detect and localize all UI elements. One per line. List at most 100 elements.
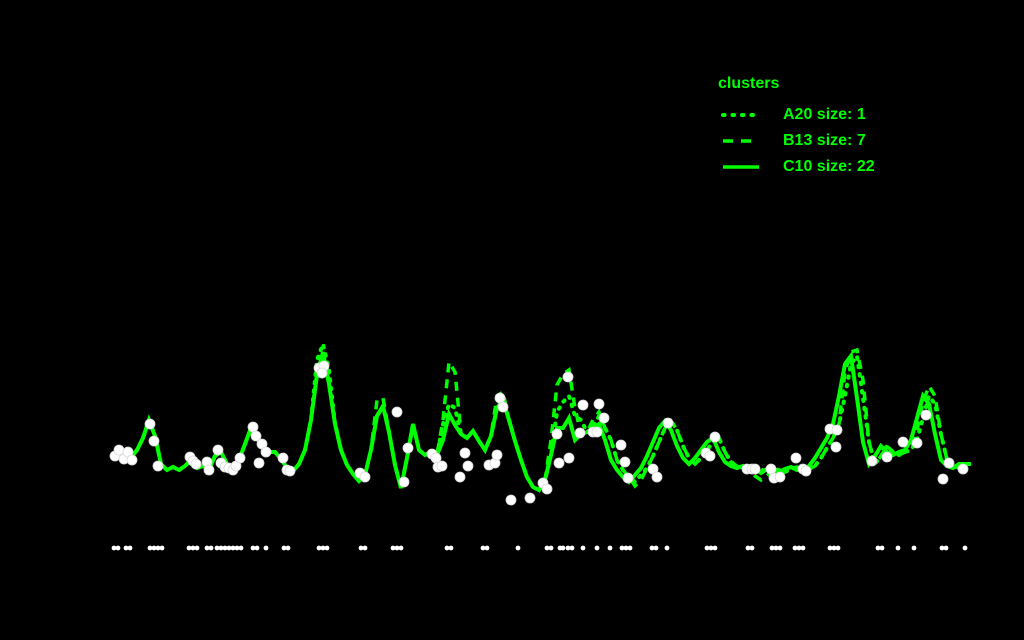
- legend-item-label: B13 size: 7: [783, 132, 866, 149]
- data-point-marker: [651, 471, 663, 483]
- rug-point: [943, 545, 949, 551]
- data-point-marker: [551, 428, 563, 440]
- data-point-marker: [497, 401, 509, 413]
- data-point-marker: [830, 441, 842, 453]
- data-point-marker: [911, 437, 923, 449]
- data-point-marker: [593, 398, 605, 410]
- solid-line-key-icon: [723, 165, 759, 169]
- data-point-marker: [574, 427, 586, 439]
- data-point-marker: [553, 457, 565, 469]
- data-point-marker: [920, 409, 932, 421]
- data-point-marker: [524, 492, 536, 504]
- legend: clusters A20 size: 1 B13 size: 7 C10 siz…: [716, 76, 875, 180]
- rug-point: [580, 545, 586, 551]
- legend-item-b13: B13 size: 7: [716, 128, 875, 154]
- series-line-a20: [111, 337, 973, 493]
- legend-title: clusters: [718, 75, 780, 92]
- data-point-marker: [897, 436, 909, 448]
- dashed-line-key-icon: [723, 139, 759, 143]
- data-point-marker: [577, 399, 589, 411]
- rug-point: [653, 545, 659, 551]
- dotted-line-key-icon: [721, 113, 761, 117]
- rug-point: [254, 545, 260, 551]
- rug-point: [548, 545, 554, 551]
- data-point-marker: [662, 417, 674, 429]
- rug-point: [194, 545, 200, 551]
- data-point-marker: [709, 431, 721, 443]
- rug-point: [835, 545, 841, 551]
- rug-point: [362, 545, 368, 551]
- rug-point: [515, 545, 521, 551]
- data-point-marker: [284, 465, 296, 477]
- data-point-marker: [563, 452, 575, 464]
- legend-item-label: C10 size: 22: [783, 158, 875, 175]
- data-point-marker: [622, 472, 634, 484]
- data-point-marker: [277, 452, 289, 464]
- data-point-marker: [591, 426, 603, 438]
- data-point-marker: [765, 463, 777, 475]
- data-point-marker: [402, 442, 414, 454]
- data-point-marker: [148, 435, 160, 447]
- data-point-marker: [494, 392, 506, 404]
- data-point-marker: [598, 412, 610, 424]
- rug-point: [115, 545, 121, 551]
- data-point-marker: [359, 471, 371, 483]
- legend-item-c10: C10 size: 22: [716, 154, 875, 180]
- chart-stage: clusters A20 size: 1 B13 size: 7 C10 siz…: [0, 0, 1024, 640]
- rug-point: [484, 545, 490, 551]
- legend-item-a20: A20 size: 1: [716, 102, 875, 128]
- data-point-marker: [957, 463, 969, 475]
- rug-point: [664, 545, 670, 551]
- data-point-marker: [398, 476, 410, 488]
- rug-point: [962, 545, 968, 551]
- rug-point: [569, 545, 575, 551]
- data-point-marker: [391, 406, 403, 418]
- data-point-marker: [152, 460, 164, 472]
- rug-point: [800, 545, 806, 551]
- data-point-marker: [615, 439, 627, 451]
- rug-point: [208, 545, 214, 551]
- data-point-marker: [253, 457, 265, 469]
- data-point-marker: [234, 452, 246, 464]
- data-point-marker: [260, 446, 272, 458]
- rug-point: [398, 545, 404, 551]
- rug-point: [324, 545, 330, 551]
- data-point-marker: [247, 421, 259, 433]
- data-point-marker: [541, 483, 553, 495]
- data-point-marker: [800, 465, 812, 477]
- data-point-marker: [459, 447, 471, 459]
- data-point-marker: [203, 464, 215, 476]
- data-point-marker: [790, 452, 802, 464]
- data-point-marker: [619, 456, 631, 468]
- rug-point: [712, 545, 718, 551]
- data-point-marker: [505, 494, 517, 506]
- data-point-marker: [316, 367, 328, 379]
- data-point-marker: [144, 418, 156, 430]
- rug-point: [627, 545, 633, 551]
- data-point-marker: [113, 444, 125, 456]
- rug-point: [895, 545, 901, 551]
- data-point-marker: [943, 457, 955, 469]
- rug-point: [159, 545, 165, 551]
- data-point-marker: [881, 451, 893, 463]
- legend-item-label: A20 size: 1: [783, 106, 866, 123]
- rug-point: [127, 545, 133, 551]
- data-point-marker: [831, 424, 843, 436]
- data-point-marker: [454, 471, 466, 483]
- data-point-marker: [462, 460, 474, 472]
- data-point-marker: [704, 450, 716, 462]
- rug-point: [911, 545, 917, 551]
- rug-point: [594, 545, 600, 551]
- rug-point: [749, 545, 755, 551]
- rug-point: [777, 545, 783, 551]
- data-point-marker: [212, 444, 224, 456]
- rug-point: [607, 545, 613, 551]
- rug-point: [448, 545, 454, 551]
- rug-point: [560, 545, 566, 551]
- rug-point: [263, 545, 269, 551]
- rug-point: [879, 545, 885, 551]
- rug-point: [238, 545, 244, 551]
- data-point-marker: [436, 460, 448, 472]
- data-point-marker: [562, 371, 574, 383]
- series-line-c10: [111, 350, 971, 493]
